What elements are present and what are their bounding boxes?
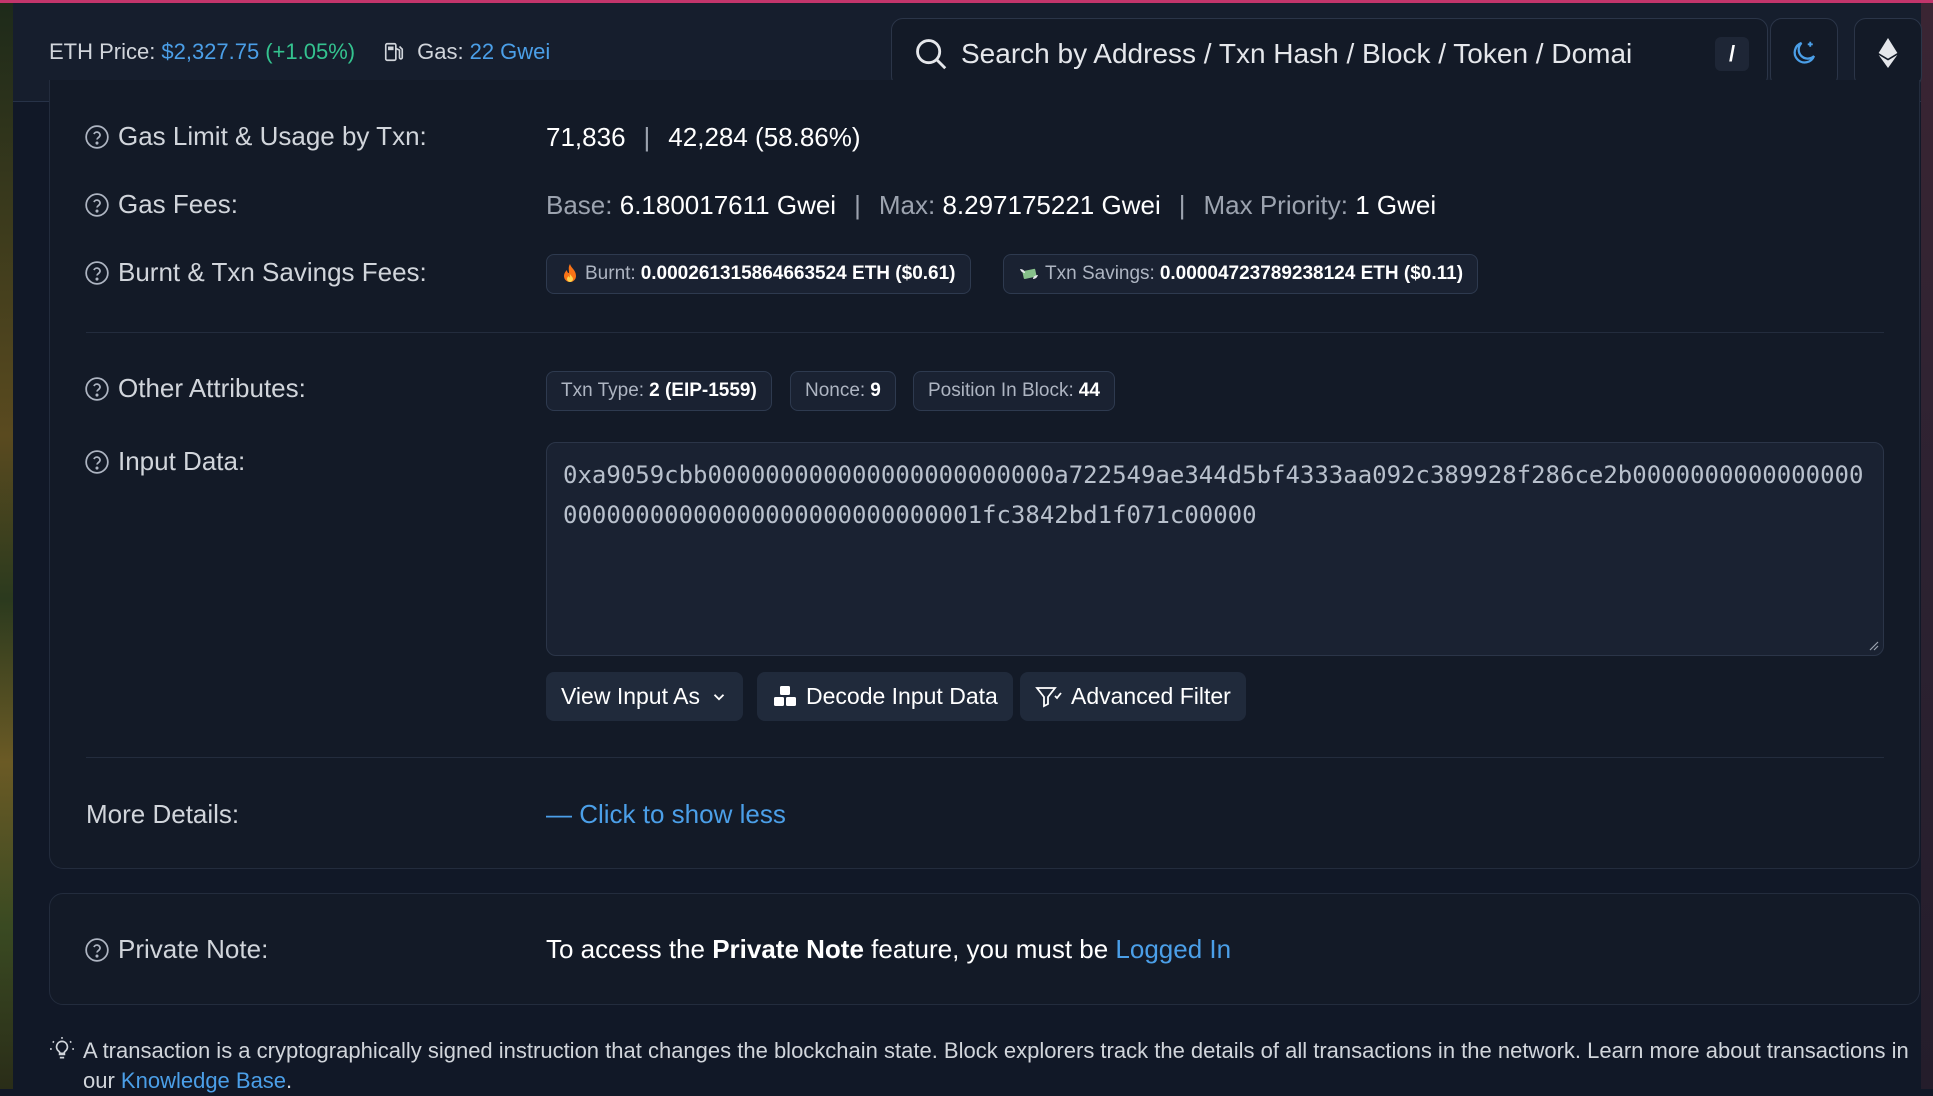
ethereum-icon (1878, 38, 1898, 68)
question-icon[interactable] (84, 260, 110, 286)
gas-limit-value-line: 71,836 | 42,284 (58.86%) (546, 122, 861, 153)
other-attributes-label: Other Attributes: (118, 373, 306, 403)
position-in-block-value: 44 (1078, 380, 1100, 401)
tip-text: A transaction is a cryptographically sig… (83, 1038, 1909, 1093)
gas-limit-row-label: Gas Limit & Usage by Txn: (84, 121, 427, 152)
burnt-fee-label: Burnt: (585, 263, 636, 284)
gas-fees-row-label: Gas Fees: (84, 189, 238, 220)
section-divider (86, 757, 1884, 758)
gas-limit-label: Gas Limit & Usage by Txn: (118, 121, 427, 151)
gas-pump-icon (385, 42, 404, 62)
max-fee-value: 8.297175221 Gwei (942, 190, 1161, 220)
eth-price-bar: ETH Price: $2,327.75 (+1.05%) Gas: 22 Gw… (49, 39, 550, 65)
burnt-fee-badge: Burnt: 0.000261315864663524 ETH ($0.61) (546, 254, 971, 294)
cubes-icon (774, 685, 796, 706)
show-less-link[interactable]: — Click to show less (546, 799, 786, 830)
gas-label: Gas: (417, 39, 464, 64)
base-fee-label: Base: (546, 190, 613, 220)
gas-limit-value: 71,836 (546, 122, 626, 152)
burnt-savings-row-label: Burnt & Txn Savings Fees: (84, 257, 427, 288)
max-priority-label: Max Priority: (1203, 190, 1348, 220)
question-icon[interactable] (84, 449, 110, 475)
gas-fees-value-line: Base: 6.180017611 Gwei | Max: 8.297175221 … (546, 190, 1436, 221)
private-note-text-mid: feature, you must be (863, 934, 1116, 964)
chevron-down-icon (713, 693, 725, 701)
theme-toggle-button[interactable] (1770, 18, 1838, 88)
txn-type-value: 2 (EIP-1559) (649, 380, 757, 401)
txn-savings-value: 0.00004723789238124 ETH ($0.11) (1159, 263, 1464, 284)
private-note-label: Private Note: (118, 934, 269, 964)
gas-fees-label: Gas Fees: (118, 189, 238, 219)
question-icon[interactable] (84, 192, 110, 218)
max-fee-label: Max: (878, 190, 936, 220)
transaction-tip: A transaction is a cryptographically sig… (49, 1036, 1909, 1096)
background-strip-left (0, 0, 13, 1089)
question-icon[interactable] (84, 124, 110, 150)
eth-price-value[interactable]: $2,327.75 (161, 39, 259, 65)
resize-grip-icon[interactable] (1867, 639, 1879, 651)
question-icon[interactable] (84, 937, 110, 963)
separator: | (854, 190, 861, 220)
money-wings-icon (1020, 268, 1038, 279)
network-selector-button[interactable] (1854, 18, 1922, 88)
position-in-block-label: Position In Block: (928, 380, 1074, 401)
txn-type-label: Txn Type: (561, 380, 645, 401)
position-in-block-badge: Position In Block: 44 (913, 371, 1115, 411)
question-icon[interactable] (84, 376, 110, 402)
search-input[interactable] (959, 31, 1683, 77)
gas-usage-value: 42,284 (58.86%) (668, 122, 861, 152)
filter-icon (1035, 686, 1062, 707)
search-bar[interactable]: / (891, 18, 1768, 88)
nonce-value: 9 (870, 380, 881, 401)
private-note-text-bold: Private Note (712, 934, 864, 964)
gas-value[interactable]: 22 Gwei (470, 39, 551, 65)
moon-icon (1793, 41, 1816, 64)
lightbulb-icon (50, 1037, 74, 1059)
eth-price-label: ETH Price: (49, 39, 156, 64)
background-strip-right (1921, 0, 1933, 1089)
more-details-label: More Details: (86, 799, 240, 829)
burnt-fee-value: 0.000261315864663524 ETH ($0.61) (640, 263, 956, 284)
search-icon (916, 39, 947, 70)
advanced-filter-label: Advanced Filter (1071, 683, 1231, 709)
private-note-row-label: Private Note: (84, 934, 268, 965)
decode-input-data-button[interactable]: Decode Input Data (757, 672, 1013, 721)
input-data-label: Input Data: (118, 446, 246, 476)
tip-end: . (286, 1068, 293, 1093)
txn-savings-badge: Txn Savings: 0.00004723789238124 ETH ($0.… (1003, 254, 1479, 294)
decode-input-data-label: Decode Input Data (806, 683, 998, 709)
input-data-row-label: Input Data: (84, 446, 245, 477)
view-input-as-label: View Input As (561, 683, 700, 709)
advanced-filter-button[interactable]: Advanced Filter (1020, 672, 1246, 721)
nonce-label: Nonce: (805, 380, 866, 401)
separator: | (643, 122, 651, 152)
logged-in-link[interactable]: Logged In (1115, 934, 1231, 964)
input-data-value: 0xa9059cbb000000000000000000000000a72254… (563, 461, 1864, 529)
burnt-savings-label: Burnt & Txn Savings Fees: (118, 257, 427, 287)
other-attributes-row-label: Other Attributes: (84, 373, 306, 404)
nonce-badge: Nonce: 9 (790, 371, 896, 411)
input-data-textarea[interactable]: 0xa9059cbb000000000000000000000000a72254… (546, 442, 1884, 656)
txn-type-badge: Txn Type: 2 (EIP-1559) (546, 371, 772, 411)
section-divider (86, 332, 1884, 333)
eth-price-change: (+1.05%) (265, 39, 356, 64)
private-note-text: To access the Private Note feature, you … (546, 934, 1231, 965)
private-note-text-pre: To access the (546, 934, 713, 964)
txn-savings-label: Txn Savings: (1045, 263, 1155, 284)
max-priority-value: 1 Gwei (1355, 190, 1437, 220)
knowledge-base-link[interactable]: Knowledge Base (121, 1068, 286, 1093)
fire-icon (564, 264, 576, 282)
separator: | (1178, 190, 1186, 220)
search-shortcut-key: / (1715, 37, 1749, 71)
tip-text-block: A transaction is a cryptographically sig… (83, 1036, 1909, 1096)
view-input-as-button[interactable]: View Input As (546, 672, 743, 721)
base-fee-value: 6.180017611 Gwei (619, 190, 837, 220)
